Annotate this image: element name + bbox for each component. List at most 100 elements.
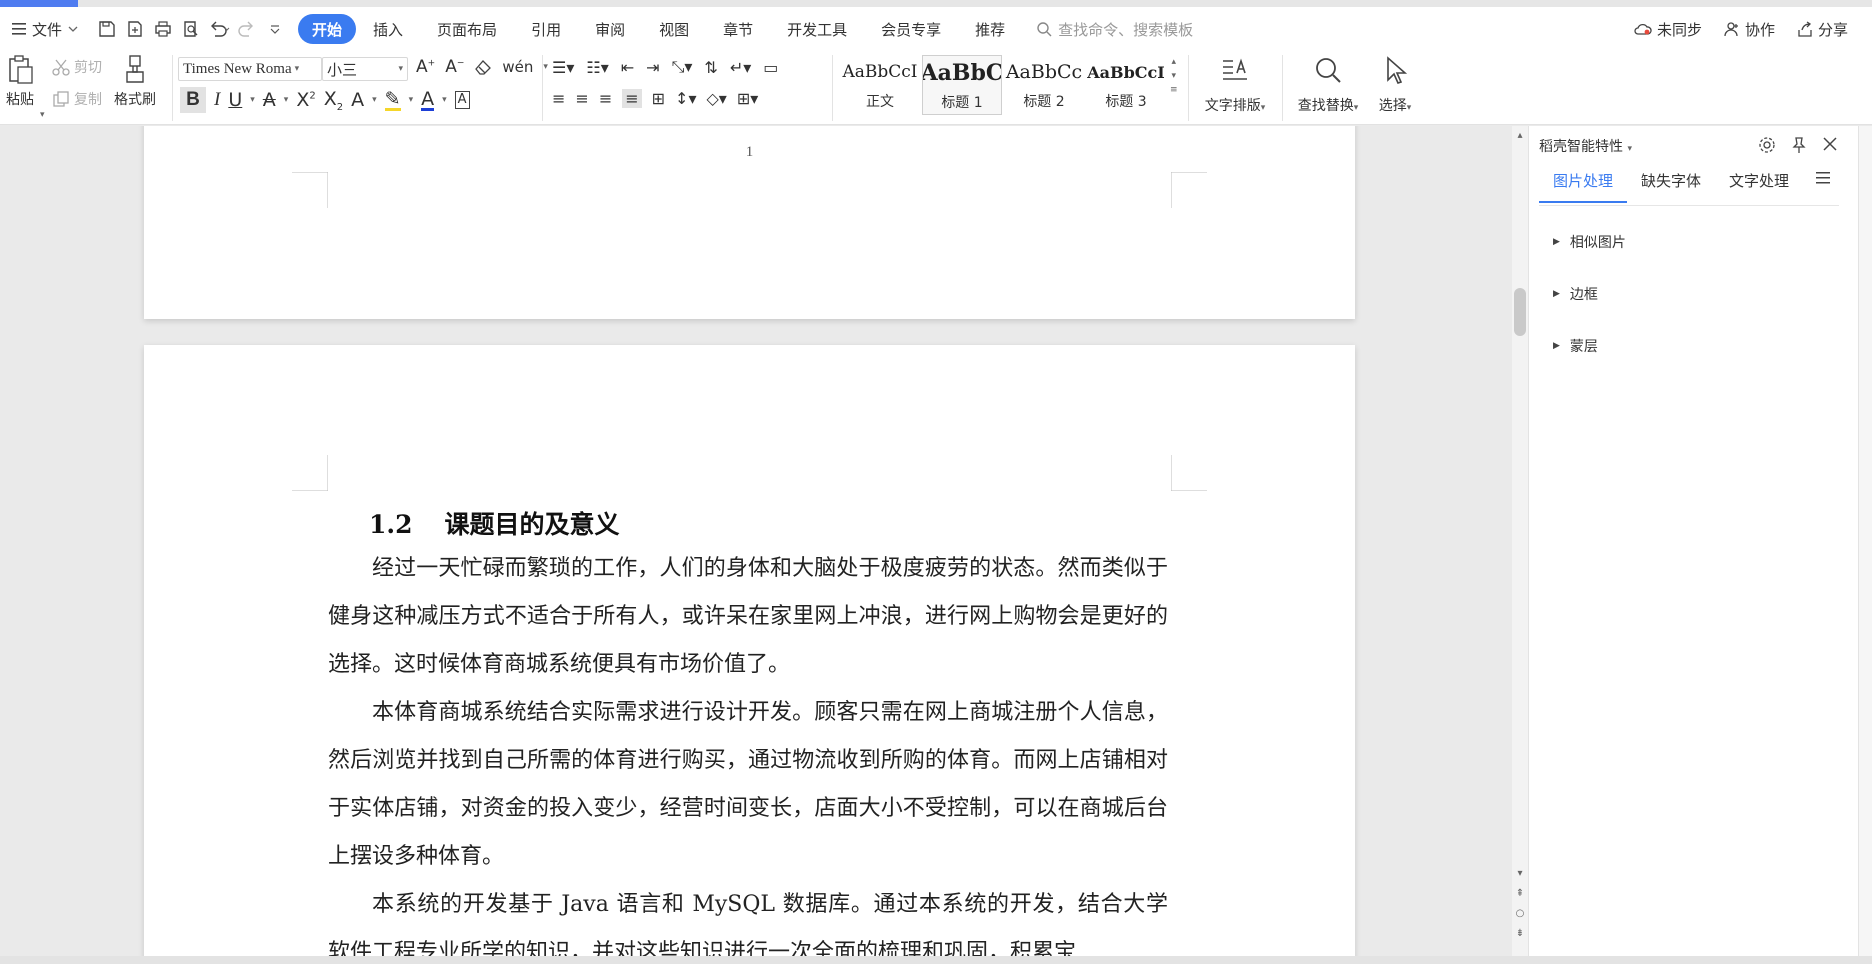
font-name-select[interactable]: Times New Roma ▾ (178, 57, 322, 81)
text-effect-button[interactable]: A (351, 89, 364, 111)
subscript-button[interactable]: X2 (324, 88, 343, 113)
bold-button[interactable]: B (180, 87, 206, 113)
collaborate-button[interactable]: 协作 (1724, 19, 1775, 40)
align-right-icon[interactable]: ≡ (599, 89, 612, 108)
find-replace-button[interactable]: 查找替换▾ (1290, 55, 1366, 115)
side-toolbar-strip[interactable] (1858, 126, 1872, 964)
borders-icon[interactable]: ⊞▾ (737, 89, 758, 108)
highlight-button[interactable]: ✎ (384, 89, 401, 111)
scroll-down-icon[interactable]: ▾ (1512, 868, 1528, 879)
style-heading-3[interactable]: AaBbCcI 标题 3 (1086, 55, 1166, 115)
eraser-icon[interactable] (474, 59, 492, 75)
pin-icon[interactable] (1790, 136, 1808, 154)
export-button[interactable] (122, 14, 148, 44)
paste-icon (9, 55, 33, 84)
bullet-list-icon[interactable]: ☰▾ (552, 58, 574, 77)
paragraph[interactable]: 经过一天忙碌而繁琐的工作，人们的身体和大脑处于极度疲劳的状态。然而类似于健身这种… (328, 545, 1168, 689)
print-preview-button[interactable] (178, 14, 204, 44)
select-button[interactable]: 选择▾ (1370, 55, 1420, 115)
font-color-button[interactable]: A (421, 89, 435, 111)
style-gallery-scroll[interactable]: ▴ ▾ ≡ (1170, 55, 1178, 97)
align-left-icon[interactable]: ≡ (552, 89, 565, 108)
panel-tab-image[interactable]: 图片处理 (1539, 170, 1628, 203)
tab-view[interactable]: 视图 (642, 14, 706, 44)
document-page[interactable]: 1.2 课题目的及意义 经过一天忙碌而繁琐的工作，人们的身体和大脑处于极度疲劳的状… (144, 345, 1355, 964)
tab-home[interactable]: 开始 (298, 14, 357, 44)
strikethrough-button[interactable]: A (263, 89, 276, 111)
search-icon (1037, 22, 1052, 37)
redo-button[interactable] (234, 14, 260, 44)
document-page[interactable]: 1 (144, 126, 1355, 319)
paragraph[interactable]: 本系统的开发基于 Java 语言和 MySQL 数据库。通过本系统的开发，结合大… (328, 881, 1168, 964)
scroll-up-icon[interactable]: ▴ (1512, 130, 1528, 141)
share-button[interactable]: 分享 (1797, 19, 1848, 40)
customize-toolbar-button[interactable] (262, 14, 288, 44)
text-layout-button[interactable]: 文字排版▾ (1200, 55, 1270, 115)
cloud-icon (1634, 23, 1652, 35)
next-page-icon[interactable]: ⇟ (1512, 928, 1528, 939)
tab-section[interactable]: 章节 (706, 14, 770, 44)
close-icon[interactable] (1822, 136, 1838, 152)
tab-developer[interactable]: 开发工具 (770, 14, 864, 44)
char-border-button[interactable]: A (454, 91, 470, 109)
panel-tab-missing-fonts[interactable]: 缺失字体 (1627, 170, 1715, 203)
chevron-down-icon: ▾ (398, 64, 403, 74)
grow-font-icon[interactable]: A+ (416, 57, 435, 77)
document-canvas[interactable]: 1 1.2 课题目的及意义 经过一天忙碌而繁琐的工作，人们的身体和大脑处于极度疲劳… (0, 126, 1512, 964)
section-mask[interactable]: ▶ 蒙层 (1553, 336, 1598, 356)
file-menu-button[interactable]: 文件 (6, 14, 84, 44)
panel-menu-icon[interactable] (1816, 172, 1830, 184)
section-heading[interactable]: 1.2 课题目的及意义 (369, 505, 620, 541)
decrease-indent-icon[interactable]: ⇤ (621, 58, 634, 77)
tab-member[interactable]: 会员专享 (864, 14, 958, 44)
browse-object-icon[interactable]: ○ (1512, 908, 1528, 919)
italic-button[interactable]: I (214, 89, 220, 111)
underline-button[interactable]: U (228, 89, 242, 111)
tab-review[interactable]: 审阅 (578, 14, 642, 44)
align-center-icon[interactable]: ≡ (575, 89, 588, 108)
panel-title-dropdown[interactable]: 稻壳智能特性 ▾ (1539, 136, 1632, 156)
line-spacing-icon[interactable]: ↕▾ (675, 89, 696, 108)
panel-tab-text[interactable]: 文字处理 (1715, 170, 1803, 203)
style-heading-1[interactable]: AaBbC 标题 1 (922, 55, 1002, 115)
numbered-list-icon[interactable]: ☷▾ (586, 58, 608, 77)
increase-indent-icon[interactable]: ⇥ (646, 58, 659, 77)
tab-insert[interactable]: 插入 (356, 14, 420, 44)
distributed-icon[interactable]: ⊞ (652, 89, 665, 108)
sort-icon[interactable]: ⇅ (704, 58, 717, 77)
shrink-font-icon[interactable]: A− (445, 57, 464, 77)
tab-recommend[interactable]: 推荐 (958, 14, 1022, 44)
text-direction-icon[interactable]: ⤡▾ (672, 57, 693, 77)
justify-icon[interactable]: ≡ (622, 89, 642, 108)
section-similar-images[interactable]: ▶ 相似图片 (1553, 232, 1626, 252)
undo-button[interactable] (206, 14, 232, 44)
share-icon (1798, 21, 1812, 37)
font-size-select[interactable]: 小三 ▾ (322, 57, 408, 81)
tab-page-layout[interactable]: 页面布局 (420, 14, 514, 44)
style-heading-2[interactable]: AaBbCc 标题 2 (1004, 55, 1084, 115)
paragraph[interactable]: 本体育商城系统结合实际需求进行设计开发。顾客只需在网上商城注册个人信息，然后浏览… (328, 689, 1168, 881)
phonetic-guide-icon[interactable]: wén (502, 58, 533, 76)
cut-button[interactable]: 剪切 (52, 57, 102, 77)
section-border[interactable]: ▶ 边框 (1553, 284, 1598, 304)
previous-page-icon[interactable]: ⇞ (1512, 888, 1528, 899)
paste-button[interactable]: 粘贴 (6, 55, 34, 109)
save-button[interactable] (94, 14, 120, 44)
command-search[interactable]: 查找命令、搜索模板 (1036, 19, 1193, 40)
export-icon (128, 21, 142, 37)
format-painter-button[interactable]: 格式刷 (114, 55, 156, 109)
sync-button[interactable]: 未同步 (1634, 19, 1702, 40)
tab-references[interactable]: 引用 (514, 14, 578, 44)
ribbon-separator (1188, 55, 1189, 121)
line-break-icon[interactable]: ↵▾ (730, 58, 751, 77)
print-button[interactable] (150, 14, 176, 44)
vertical-scrollbar[interactable]: ▴ ▾ ⇞ ○ ⇟ (1512, 126, 1528, 964)
copy-button[interactable]: 复制 (52, 89, 102, 109)
settings-icon[interactable] (1758, 136, 1776, 154)
superscript-button[interactable]: X2 (296, 89, 315, 111)
shading-icon[interactable]: ◇▾ (706, 89, 726, 108)
style-normal[interactable]: AaBbCcI 正文 (840, 55, 920, 115)
ruler-icon[interactable]: ▭ (763, 58, 778, 77)
paste-dropdown-arrow[interactable]: ▾ (40, 110, 45, 120)
scrollbar-thumb[interactable] (1514, 288, 1526, 336)
